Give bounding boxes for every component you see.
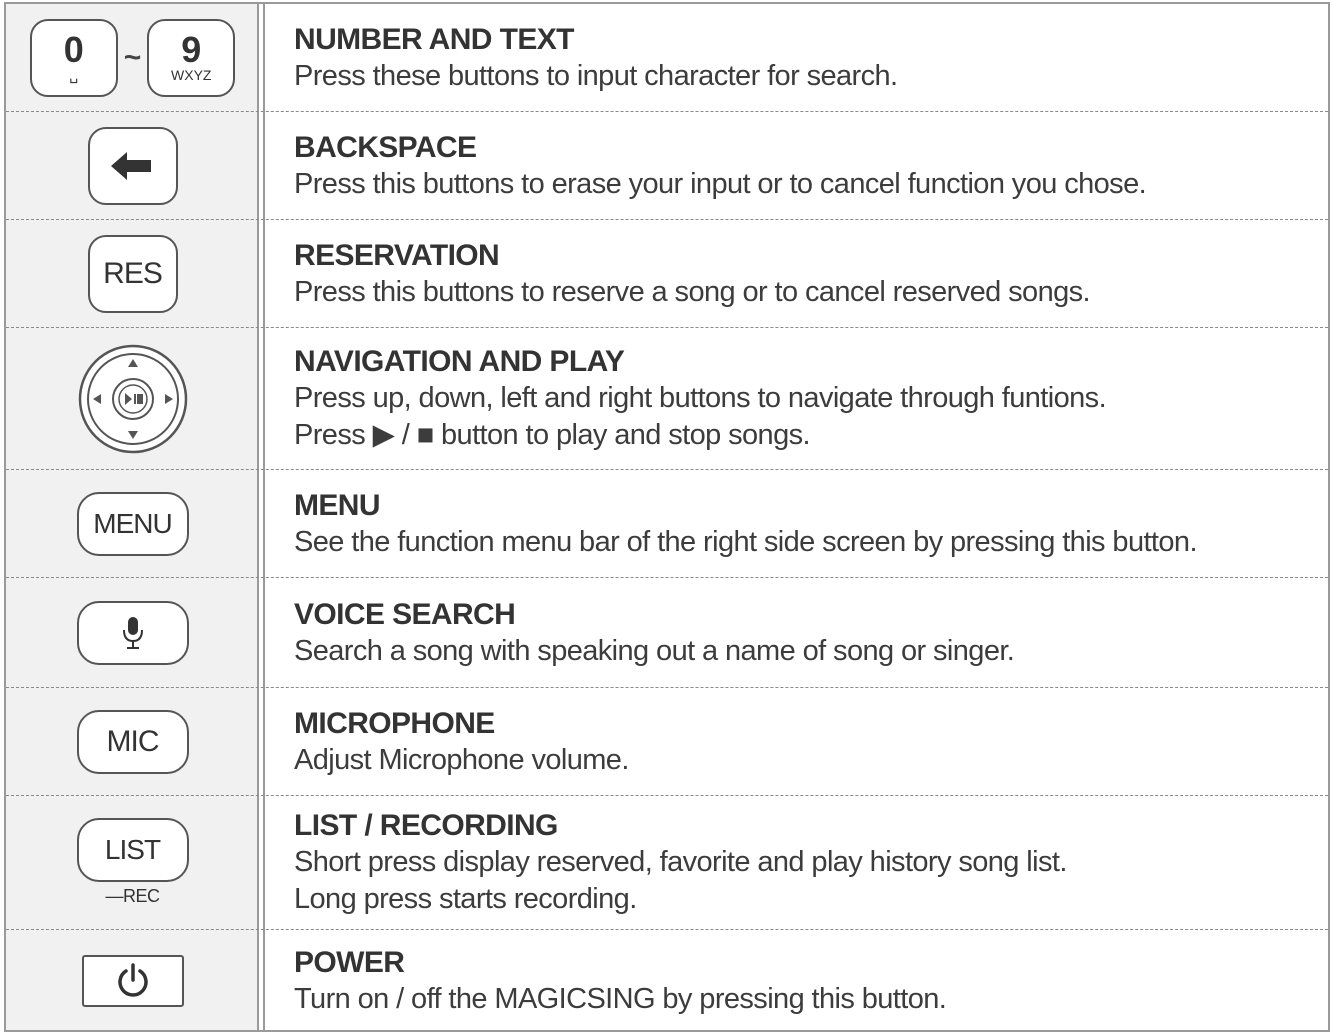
power-icon: [117, 963, 148, 997]
menu-label: MENU: [93, 507, 172, 539]
row-description: Press this buttons to reserve a song or …: [294, 275, 1091, 308]
row-description: Search a song with speaking out a name o…: [294, 634, 1015, 667]
row-navigation-and-play: NAVIGATION AND PLAY Press up, down, left…: [6, 328, 1328, 470]
row-title: MICROPHONE: [294, 706, 495, 740]
row-power: POWER Turn on / off the MAGICSING by pre…: [6, 930, 1328, 1032]
row-menu: MENU MENU See the function menu bar of t…: [6, 470, 1328, 578]
tilde-separator: ~: [123, 40, 142, 74]
row-description: Long press starts recording.: [294, 883, 637, 915]
key-nine-label: 9: [181, 28, 202, 70]
power-button-icon: [81, 955, 184, 1007]
mic-label: MIC: [106, 724, 160, 758]
rec-sublabel: —REC: [105, 886, 160, 906]
key-nine-sublabel: WXYZ: [171, 66, 212, 83]
row-description: Press ▶ / ■ button to play and stop song…: [294, 419, 811, 451]
row-text: NAVIGATION AND PLAY Press up, down, left…: [294, 328, 1322, 469]
voice-search-button-cell: [6, 578, 259, 687]
mic-button-cell: MIC: [6, 688, 259, 795]
row-title: MENU: [294, 488, 381, 522]
row-description: Adjust Microphone volume.: [294, 743, 629, 776]
row-text: NUMBER AND TEXT Press these buttons to i…: [294, 4, 1322, 111]
row-text: MICROPHONE Adjust Microphone volume.: [294, 688, 1322, 795]
left-arrow-icon: [110, 151, 151, 180]
row-number-and-text: 0 ␣ ~ 9 WXYZ NUMBER AND TEXT Press these…: [6, 4, 1328, 112]
button-reference-table: 0 ␣ ~ 9 WXYZ NUMBER AND TEXT Press these…: [4, 2, 1330, 1032]
row-description: See the function menu bar of the right s…: [294, 525, 1198, 558]
list-button-cell: LIST —REC: [6, 796, 259, 929]
key-zero-icon: 0 ␣: [29, 18, 118, 97]
backspace-icon: [87, 126, 178, 205]
row-microphone: MIC MICROPHONE Adjust Microphone volume.: [6, 688, 1328, 796]
row-text: BACKSPACE Press this buttons to erase yo…: [294, 112, 1322, 219]
key-zero-sublabel: ␣: [69, 66, 79, 83]
number-keys-icon: 0 ␣ ~ 9 WXYZ: [6, 4, 259, 111]
list-button-icon: LIST: [76, 818, 189, 882]
res-button-icon: RES: [87, 234, 178, 313]
row-backspace: BACKSPACE Press this buttons to erase yo…: [6, 112, 1328, 220]
row-description: Turn on / off the MAGICSING by pressing …: [294, 983, 947, 1015]
row-text: RESERVATION Press this buttons to reserv…: [294, 220, 1322, 327]
key-zero-label: 0: [63, 28, 84, 70]
row-description: Press these buttons to input character f…: [294, 59, 898, 92]
row-title: VOICE SEARCH: [294, 597, 516, 631]
menu-button-icon: MENU: [76, 491, 189, 556]
row-text: LIST / RECORDING Short press display res…: [294, 796, 1322, 929]
backspace-button-cell: [6, 112, 259, 219]
row-title: LIST / RECORDING: [294, 809, 558, 842]
list-label: LIST: [104, 834, 161, 865]
mic-button-icon: MIC: [76, 709, 189, 774]
row-title: POWER: [294, 946, 405, 979]
row-text: VOICE SEARCH Search a song with speaking…: [294, 578, 1322, 687]
row-description: Press this buttons to erase your input o…: [294, 167, 1147, 200]
voice-search-button-icon: [76, 600, 189, 665]
res-button-cell: RES: [6, 220, 259, 327]
res-label: RES: [103, 256, 163, 290]
row-voice-search: VOICE SEARCH Search a song with speaking…: [6, 578, 1328, 688]
navigation-pad-icon: [78, 344, 187, 453]
row-title: NAVIGATION AND PLAY: [294, 345, 625, 378]
row-text: MENU See the function menu bar of the ri…: [294, 470, 1322, 577]
row-text: POWER Turn on / off the MAGICSING by pre…: [294, 930, 1322, 1032]
power-button-cell: [6, 930, 259, 1032]
microphone-icon: [122, 616, 143, 649]
row-list-recording: LIST —REC LIST / RECORDING Short press d…: [6, 796, 1328, 930]
navigation-button-cell: [6, 328, 259, 469]
key-nine-icon: 9 WXYZ: [147, 18, 236, 97]
row-title: NUMBER AND TEXT: [294, 22, 574, 56]
row-title: RESERVATION: [294, 238, 500, 272]
menu-button-cell: MENU: [6, 470, 259, 577]
row-reservation: RES RESERVATION Press this buttons to re…: [6, 220, 1328, 328]
row-description: Short press display reserved, favorite a…: [294, 846, 1067, 878]
row-title: BACKSPACE: [294, 130, 477, 164]
row-description: Press up, down, left and right buttons t…: [294, 382, 1107, 414]
